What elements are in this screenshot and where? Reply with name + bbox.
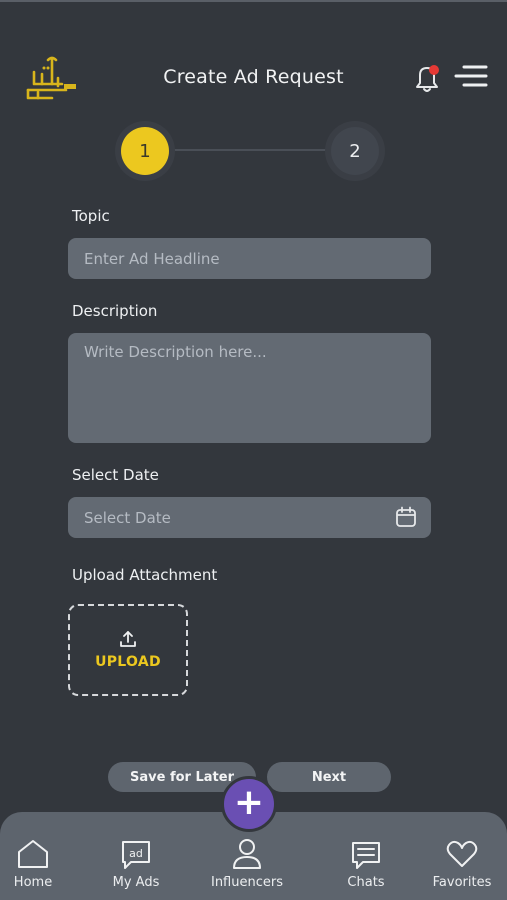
nav-label-influencers: Influencers	[210, 875, 283, 890]
step-2-indicator[interactable]: 2	[331, 127, 379, 175]
upload-label: UPLOAD	[95, 654, 161, 670]
plus-icon: +	[233, 781, 265, 823]
svg-text:ad: ad	[129, 847, 143, 860]
nav-item-chats[interactable]: Chats	[318, 838, 414, 896]
description-placeholder: Write Description here...	[84, 343, 267, 361]
date-placeholder: Select Date	[84, 508, 171, 527]
calendar-icon[interactable]	[395, 506, 417, 528]
description-label: Description	[72, 302, 158, 320]
create-ad-fab-button[interactable]: +	[221, 776, 277, 832]
upload-icon	[120, 631, 136, 647]
nav-label-favorites: Favorites	[432, 875, 492, 890]
attachment-label: Upload Attachment	[72, 566, 218, 584]
home-icon	[18, 840, 48, 868]
chat-icon	[352, 842, 380, 869]
nav-label-my-ads: My Ads	[112, 875, 160, 890]
nav-label-chats: Chats	[347, 875, 385, 890]
date-picker-input[interactable]: Select Date	[68, 497, 431, 538]
date-label: Select Date	[72, 466, 159, 484]
topic-label: Topic	[72, 207, 110, 225]
description-textarea[interactable]: Write Description here...	[68, 333, 431, 443]
upload-attachment-button[interactable]: UPLOAD	[68, 604, 188, 696]
stepper-connector	[170, 149, 330, 151]
nav-item-influencers[interactable]: Influencers	[199, 838, 295, 896]
topic-input[interactable]: Enter Ad Headline	[68, 238, 431, 279]
nav-label-home: Home	[13, 875, 53, 890]
nav-item-home[interactable]: Home	[0, 838, 81, 896]
step-1-indicator[interactable]: 1	[121, 127, 169, 175]
heart-icon	[446, 840, 478, 867]
nav-item-my-ads[interactable]: ad My Ads	[88, 838, 184, 896]
notification-dot	[429, 65, 439, 75]
menu-icon[interactable]	[452, 62, 490, 92]
user-icon	[233, 839, 261, 869]
topic-placeholder: Enter Ad Headline	[84, 249, 220, 268]
ad-icon: ad	[122, 841, 150, 869]
next-button[interactable]: Next	[267, 762, 391, 792]
top-divider	[0, 0, 507, 2]
bell-icon[interactable]	[412, 62, 442, 94]
nav-item-favorites[interactable]: Favorites	[414, 838, 507, 896]
